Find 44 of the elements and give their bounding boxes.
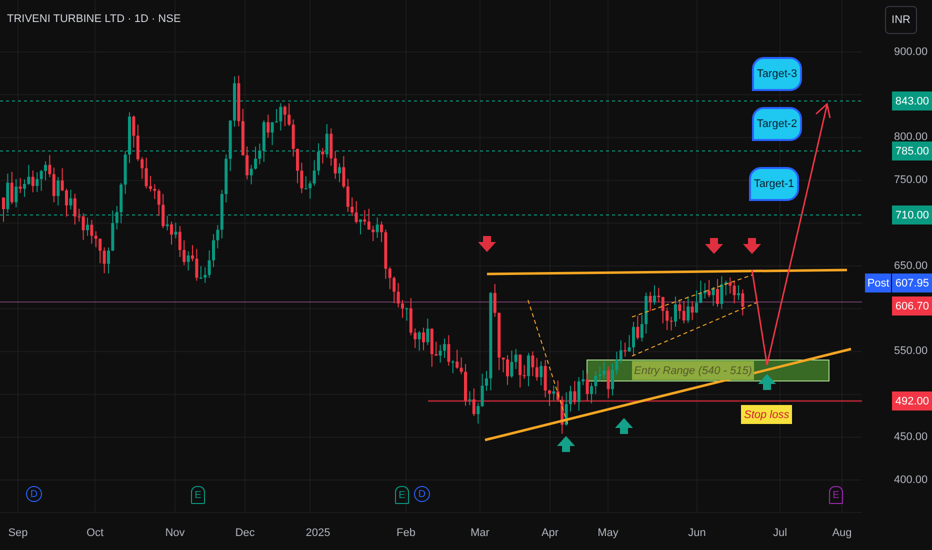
price-tag: 607.95 [892,274,932,292]
time-axis-label: Apr [541,527,559,539]
target-callout: Target-2 [752,107,802,141]
time-axis-label: 2025 [306,527,330,539]
price-tag: 785.00 [892,142,932,160]
price-tick-label: 650.00 [894,260,928,272]
target-callout: Target-3 [752,57,802,91]
up-arrow-marker [615,418,633,434]
up-arrow-marker [557,436,575,452]
price-tick-label: 450.00 [894,431,928,443]
time-axis-label: Jul [772,527,788,539]
time-axis-label: Sep [8,527,28,539]
price-tag: 606.70 [892,296,932,316]
down-arrow-marker [478,236,496,252]
dividend-marker[interactable]: D [26,486,42,502]
time-axis-label: Jun [688,527,706,539]
time-axis-label: May [598,527,618,539]
price-tick-label: 800.00 [894,131,928,143]
earnings-marker[interactable]: E [191,486,205,504]
time-axis-label: Dec [235,527,255,539]
time-axis-label: Feb [396,527,416,539]
session-label: Post [865,274,892,292]
earnings-marker[interactable]: E [395,486,409,504]
price-tick-label: 550.00 [894,345,928,357]
price-tick-label: 400.00 [894,474,928,486]
time-axis-label: Mar [470,527,490,539]
down-arrow-marker [705,238,723,254]
down-arrow-marker [743,238,761,254]
price-tag: 843.00 [892,92,932,110]
stop-loss-label: Stop loss [741,405,792,424]
price-tick-label: 750.00 [894,174,928,186]
time-axis-label: Aug [832,527,852,539]
dividend-marker[interactable]: D [414,486,430,502]
up-arrow-marker [758,374,776,390]
target-callout: Target-1 [749,167,799,201]
currency-button[interactable]: INR [885,6,917,34]
entry-range-label: Entry Range (540 - 515) [632,361,754,380]
time-axis-label: Oct [86,527,104,539]
chart-title: TRIVENI TURBINE LTD · 1D · NSE [7,13,181,25]
price-tag: 710.00 [892,206,932,224]
earnings-marker[interactable]: E [829,486,843,504]
price-tag: 492.00 [892,392,932,410]
price-tick-label: 900.00 [894,46,928,58]
time-axis-label: Nov [165,527,185,539]
